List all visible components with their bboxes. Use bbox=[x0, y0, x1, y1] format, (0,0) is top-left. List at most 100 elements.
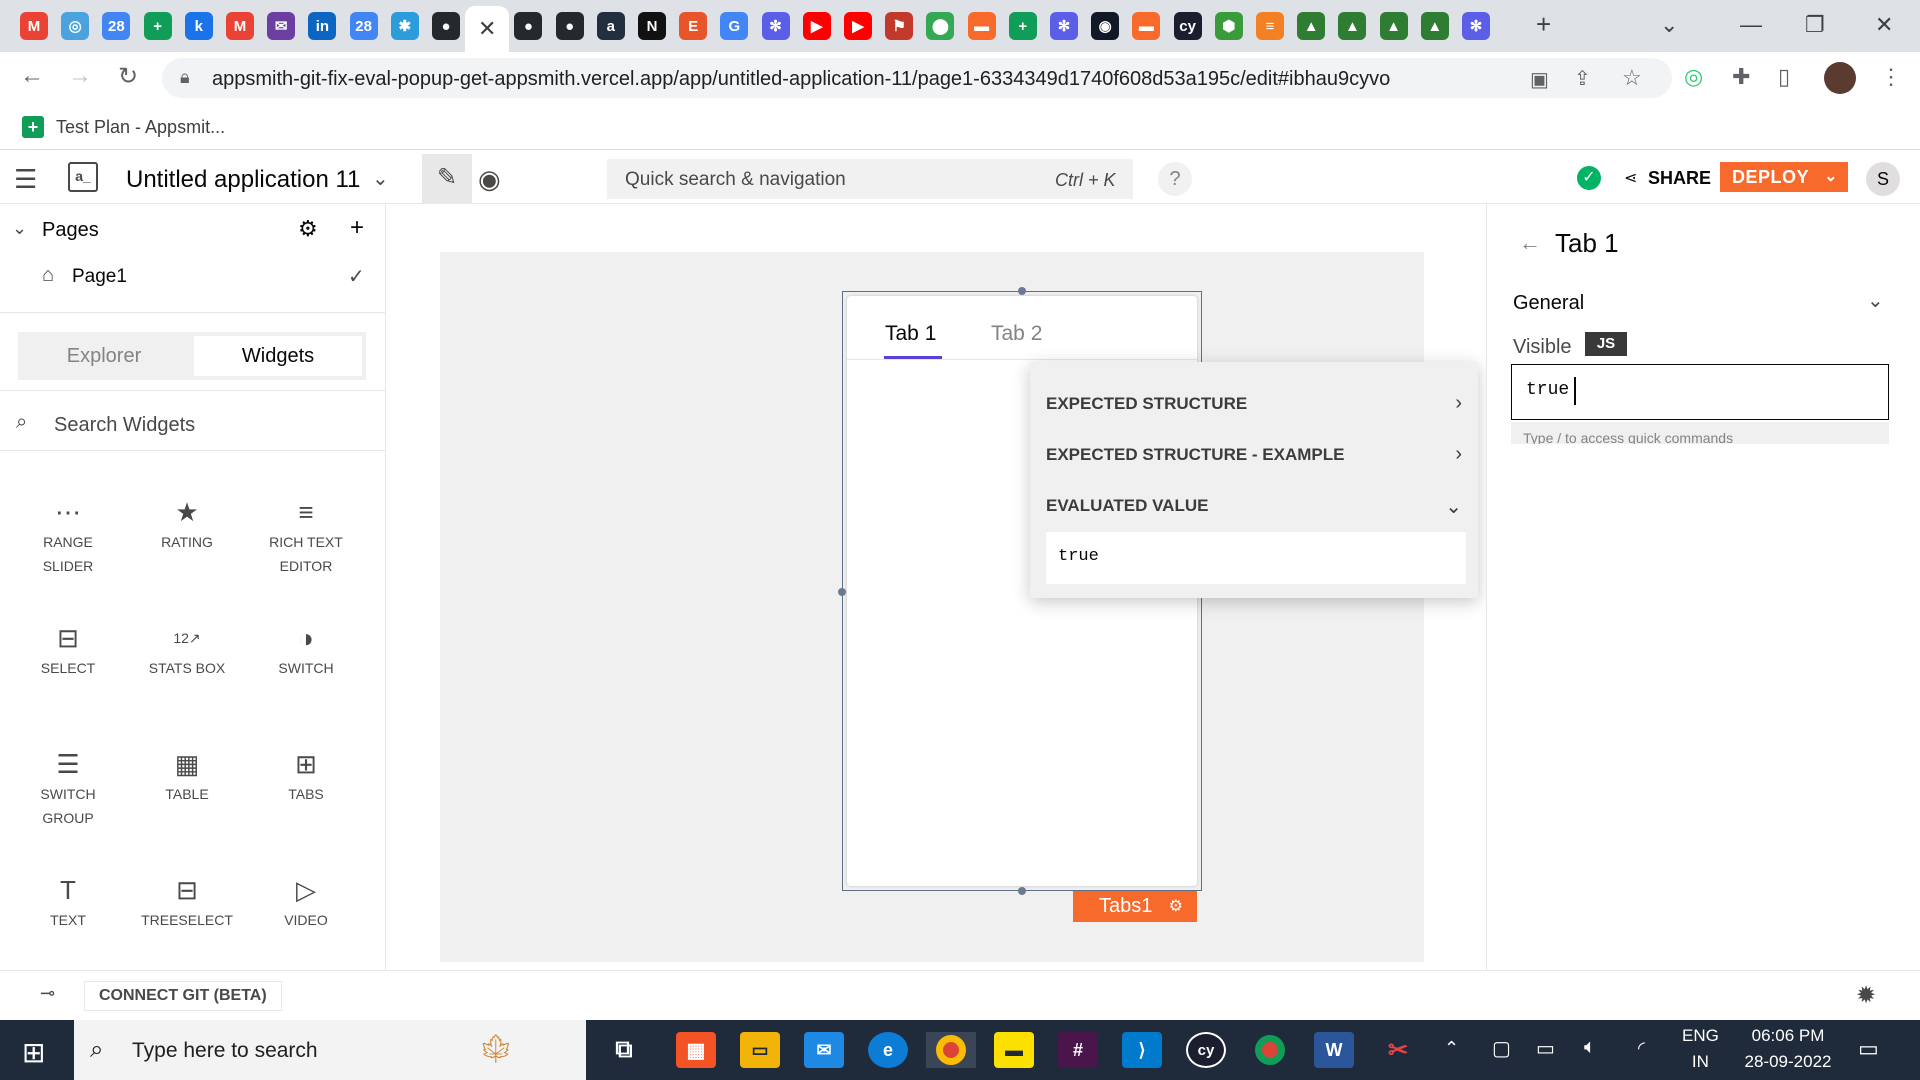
maps-icon[interactable]: ⬤ bbox=[926, 12, 955, 40]
app-name[interactable]: Untitled application 11 bbox=[126, 166, 360, 194]
back-arrow-icon[interactable]: ← bbox=[1519, 230, 1541, 256]
resize-handle-top[interactable] bbox=[1018, 287, 1026, 295]
widget-video[interactable]: ▷ VIDEO bbox=[247, 872, 365, 932]
app-icon[interactable]: ▬ bbox=[967, 12, 996, 40]
add-page-icon[interactable]: + bbox=[350, 214, 364, 242]
back-icon[interactable]: ← bbox=[16, 62, 48, 90]
connect-git-button[interactable]: CONNECT GIT (BETA) bbox=[84, 981, 282, 1011]
widget-rating[interactable]: ★ RATING bbox=[128, 494, 246, 554]
chrome-icon[interactable] bbox=[1250, 1032, 1290, 1068]
app-icon[interactable]: ◉ bbox=[1091, 12, 1120, 40]
widget-text[interactable]: T TEXT bbox=[9, 872, 127, 932]
widget-rich-text-editor[interactable]: ≡ RICH TEXT EDITOR bbox=[247, 494, 365, 578]
extension-icon[interactable]: ◎ bbox=[1684, 64, 1703, 90]
app-icon[interactable]: ◎ bbox=[61, 12, 90, 40]
gmail-icon[interactable]: M bbox=[226, 12, 254, 40]
gmail-icon[interactable]: M bbox=[20, 12, 48, 40]
microsoft-store-icon[interactable]: ▦ bbox=[676, 1032, 716, 1068]
bookmark-test-plan[interactable]: Test Plan - Appsmit... bbox=[56, 117, 225, 138]
app-icon[interactable]: ▬ bbox=[1132, 12, 1161, 40]
deploy-button[interactable]: DEPLOY ⌄ bbox=[1720, 162, 1848, 192]
triangle-icon[interactable]: ▲ bbox=[1379, 12, 1408, 40]
notifications-icon[interactable]: ▭ bbox=[1858, 1036, 1879, 1062]
widget-switch-group[interactable]: ☰ SWITCH GROUP bbox=[9, 746, 127, 830]
hex-icon[interactable]: ⬢ bbox=[1214, 12, 1243, 40]
hamburger-menu-icon[interactable]: ☰ bbox=[14, 164, 37, 195]
debugger-bug-icon[interactable]: ✹ bbox=[1856, 981, 1876, 1010]
sheets-icon[interactable]: + bbox=[1008, 12, 1037, 40]
network-icon[interactable]: ◜ bbox=[1638, 1038, 1645, 1059]
pages-settings-gear-icon[interactable]: ⚙ bbox=[298, 216, 318, 242]
show-hidden-icons-chevron-icon[interactable]: ⌃ bbox=[1444, 1038, 1459, 1059]
browser-menu-icon[interactable]: ⋮ bbox=[1880, 64, 1902, 90]
linkedin-icon[interactable]: in bbox=[308, 12, 337, 40]
share-page-icon[interactable]: ⇪ bbox=[1574, 66, 1591, 91]
word-icon[interactable]: W bbox=[1314, 1032, 1354, 1068]
calendar-icon[interactable]: 28 bbox=[102, 12, 131, 40]
youtube-icon[interactable]: ▶ bbox=[844, 12, 872, 40]
forward-icon[interactable]: → bbox=[64, 62, 96, 90]
help-icon[interactable]: ? bbox=[1158, 162, 1192, 196]
search-widgets-input[interactable]: ⌕ Search Widgets bbox=[0, 394, 386, 454]
evaluated-value-row[interactable]: EVALUATED VALUE ⌄ bbox=[1046, 496, 1462, 518]
asterisk-icon[interactable]: ✱ bbox=[390, 12, 419, 40]
sheets-icon[interactable]: + bbox=[143, 12, 172, 40]
slack-icon[interactable]: # bbox=[1058, 1032, 1098, 1068]
snipping-tool-icon[interactable]: ✂ bbox=[1378, 1032, 1418, 1068]
clock[interactable]: 06:06 PM 28-09-2022 bbox=[1738, 1026, 1838, 1072]
task-view-icon[interactable]: ⧉ bbox=[604, 1032, 644, 1068]
vscode-icon[interactable]: ⟩ bbox=[1122, 1032, 1162, 1068]
widget-table[interactable]: ▦ TABLE bbox=[128, 746, 246, 806]
tab-1[interactable]: Tab 1 bbox=[885, 322, 936, 346]
widget-tabs[interactable]: ⊞ TABS bbox=[247, 746, 365, 806]
amazon-icon[interactable]: a bbox=[596, 12, 625, 40]
extensions-puzzle-icon[interactable]: ✚ bbox=[1732, 64, 1750, 90]
mail-icon[interactable]: ✉ bbox=[267, 12, 296, 40]
widget-treeselect[interactable]: ⊟ TREESELECT bbox=[128, 872, 246, 932]
general-section-heading[interactable]: General bbox=[1513, 292, 1584, 315]
bookmark-star-icon[interactable]: ☆ bbox=[1622, 65, 1642, 91]
github-icon[interactable]: ● bbox=[555, 12, 584, 40]
notion-icon[interactable]: N bbox=[638, 12, 666, 40]
triangle-icon[interactable]: ▲ bbox=[1338, 12, 1367, 40]
reload-icon[interactable]: ↻ bbox=[112, 62, 144, 91]
js-toggle-button[interactable]: JS bbox=[1585, 332, 1627, 356]
page-item-page1[interactable]: ⌂ Page1 ✓ bbox=[0, 248, 386, 304]
tab-explorer[interactable]: Explorer bbox=[18, 332, 190, 380]
share-icon[interactable]: ⋖ bbox=[1624, 168, 1637, 188]
appsmith-logo[interactable]: a_ bbox=[68, 162, 98, 192]
quick-search-bar[interactable]: Quick search & navigation Ctrl + K bbox=[607, 159, 1133, 199]
widget-range-slider[interactable]: ⋯ RANGE SLIDER bbox=[9, 494, 127, 578]
resize-handle-left[interactable] bbox=[838, 588, 846, 596]
widget-name-tag[interactable]: Tabs1 ⚙ bbox=[1073, 891, 1197, 922]
app-icon[interactable]: ⚑ bbox=[885, 12, 914, 40]
restore-icon[interactable]: ❐ bbox=[1805, 12, 1825, 38]
address-bar[interactable]: 🔒︎ appsmith-git-fix-eval-popup-get-appsm… bbox=[162, 58, 1672, 98]
asterisk-icon[interactable]: ✻ bbox=[1462, 12, 1490, 40]
calendar-icon[interactable]: 28 bbox=[349, 12, 378, 40]
mail-icon[interactable]: ✉ bbox=[804, 1032, 844, 1068]
tab-search-icon[interactable]: ⌄ bbox=[1660, 12, 1678, 38]
asterisk-icon[interactable]: ✻ bbox=[1050, 12, 1078, 40]
triangle-icon[interactable]: ▲ bbox=[1420, 12, 1449, 40]
k-icon[interactable]: k bbox=[184, 12, 213, 40]
triangle-icon[interactable]: ▲ bbox=[1297, 12, 1326, 40]
preview-eye-icon[interactable]: ◉ bbox=[478, 164, 501, 195]
side-panel-icon[interactable]: ▯ bbox=[1778, 64, 1790, 90]
close-window-icon[interactable]: ✕ bbox=[1875, 12, 1893, 38]
close-icon[interactable]: ✕ bbox=[465, 6, 510, 52]
tab-2[interactable]: Tab 2 bbox=[991, 322, 1042, 346]
blocked-popup-icon[interactable]: ▣ bbox=[1530, 67, 1549, 92]
file-explorer-icon[interactable]: ▭ bbox=[740, 1032, 780, 1068]
expected-structure-row[interactable]: EXPECTED STRUCTURE › bbox=[1046, 392, 1462, 414]
widget-stats-box[interactable]: 12↗ STATS BOX bbox=[128, 620, 246, 680]
stack-icon[interactable]: ≡ bbox=[1256, 12, 1284, 40]
new-tab-icon[interactable]: + bbox=[1536, 9, 1551, 40]
general-collapse-chevron-icon[interactable]: ⌄ bbox=[1867, 288, 1884, 313]
google-icon[interactable]: G bbox=[720, 12, 749, 40]
windows-start-icon[interactable]: ⊞ bbox=[22, 1036, 45, 1069]
cypress-icon[interactable]: cy bbox=[1186, 1032, 1226, 1068]
meet-now-icon[interactable]: ▢ bbox=[1492, 1036, 1511, 1061]
edge-icon[interactable]: e bbox=[868, 1032, 908, 1068]
sticky-notes-icon[interactable]: ▬ bbox=[994, 1032, 1034, 1068]
